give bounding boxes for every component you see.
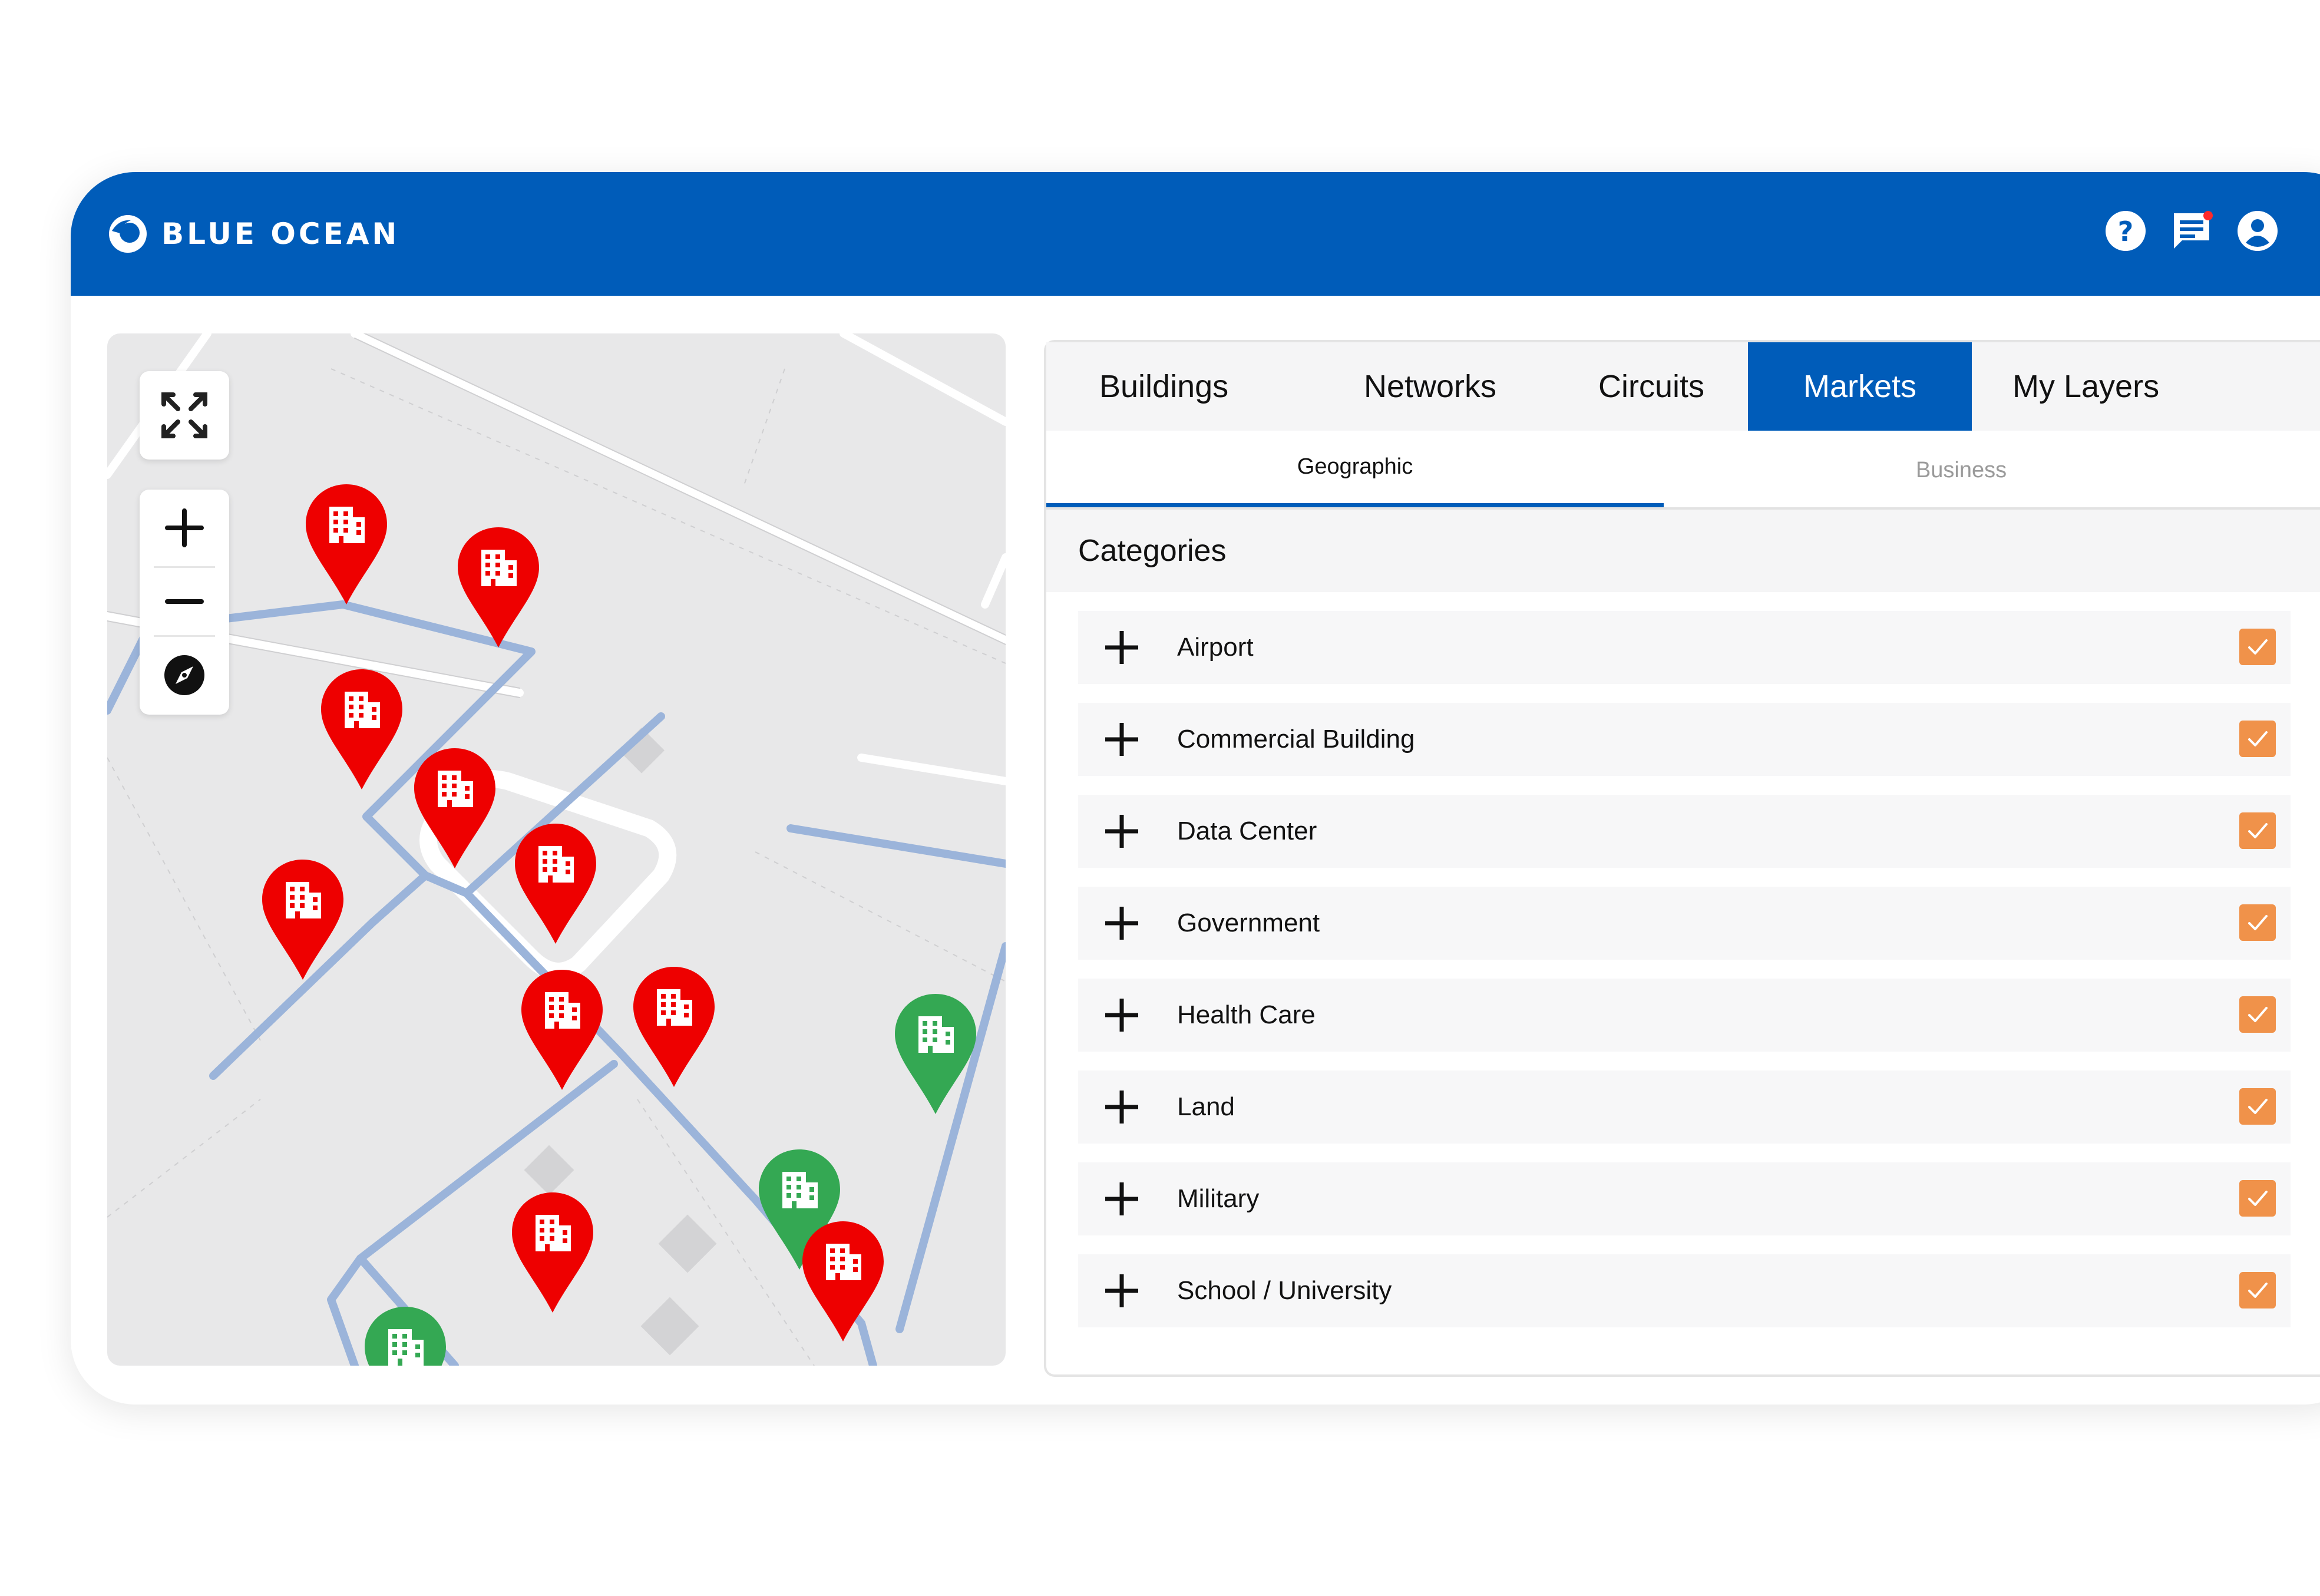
brand-name: BLUE OCEAN [161, 217, 400, 251]
category-label: Commercial Building [1177, 725, 1415, 754]
category-label: Health Care [1177, 1000, 1316, 1029]
map-pin-available[interactable] [891, 992, 980, 1116]
tab-networks[interactable]: Networks [1364, 342, 1558, 431]
checkmark-icon [2248, 639, 2268, 655]
map-pin-commercial[interactable] [630, 964, 718, 1089]
category-label: Government [1177, 908, 1320, 937]
expand-icon[interactable] [1104, 906, 1139, 941]
compass-icon[interactable] [140, 637, 229, 713]
expand-icon[interactable] [1104, 1273, 1139, 1308]
messages-icon[interactable] [2169, 209, 2214, 253]
map-pin-commercial[interactable] [518, 967, 606, 1092]
expand-icon[interactable] [1104, 997, 1139, 1033]
category-checkbox[interactable] [2239, 629, 2276, 665]
fullscreen-control [140, 371, 229, 460]
category-checkbox[interactable] [2239, 904, 2276, 941]
account-icon[interactable] [2235, 209, 2280, 253]
category-row-airport[interactable]: Airport [1078, 611, 2291, 684]
map-pin-commercial[interactable] [799, 1219, 887, 1344]
tab-markets[interactable]: Markets [1748, 342, 1972, 431]
category-checkbox[interactable] [2239, 1180, 2276, 1217]
map-pin-commercial[interactable] [302, 482, 391, 607]
checkmark-icon [2248, 1007, 2268, 1022]
category-label: Military [1177, 1184, 1260, 1213]
tab-label: Networks [1364, 369, 1497, 404]
svg-text:?: ? [2118, 216, 2134, 247]
tab-my-layers[interactable]: My Layers [2012, 342, 2225, 431]
map-pin-commercial[interactable] [259, 857, 347, 982]
checkmark-icon [2248, 1099, 2268, 1114]
category-row-school-university[interactable]: School / University [1078, 1254, 2291, 1327]
checkmark-icon [2248, 823, 2268, 838]
app-window: BLUE OCEAN ? Buildings Networks Circuits… [71, 172, 2320, 1405]
category-label: Data Center [1177, 817, 1317, 845]
help-icon[interactable]: ? [2103, 209, 2148, 253]
zoom-controls [140, 490, 229, 715]
map-pin-commercial[interactable] [411, 746, 499, 871]
tab-label: Circuits [1598, 369, 1705, 404]
category-checkbox[interactable] [2239, 996, 2276, 1033]
category-row-land[interactable]: Land [1078, 1070, 2291, 1144]
categories-title: Categories [1078, 534, 1227, 568]
subtab-bar: Geographic Business [1046, 431, 2320, 510]
tab-label: Markets [1803, 369, 1917, 404]
categories-header: Categories [1046, 510, 2320, 592]
subtab-label: Business [1915, 458, 2007, 483]
map-view[interactable] [107, 333, 1006, 1366]
tab-buildings[interactable]: Buildings [1099, 342, 1294, 431]
checkmark-icon [2248, 915, 2268, 930]
map-pin-commercial[interactable] [508, 1190, 597, 1315]
category-row-government[interactable]: Government [1078, 887, 2291, 960]
expand-icon[interactable] [1104, 814, 1139, 849]
subtab-business[interactable]: Business [1664, 431, 2259, 510]
tab-bar: Buildings Networks Circuits Markets My L… [1046, 342, 2320, 431]
category-checkbox[interactable] [2239, 1088, 2276, 1125]
notification-dot [2203, 211, 2213, 220]
subtab-label: Geographic [1297, 454, 1413, 479]
map-pin-commercial[interactable] [318, 667, 406, 792]
header-actions: ? [2103, 209, 2280, 253]
checkmark-icon [2248, 731, 2268, 746]
category-row-health-care[interactable]: Health Care [1078, 979, 2291, 1052]
map-pin-commercial[interactable] [511, 821, 600, 946]
category-row-military[interactable]: Military [1078, 1162, 2291, 1235]
category-label: School / University [1177, 1276, 1392, 1305]
category-row-data-center[interactable]: Data Center [1078, 795, 2291, 868]
top-bar: BLUE OCEAN ? [71, 172, 2320, 296]
fullscreen-icon[interactable] [140, 371, 229, 460]
subtab-geographic[interactable]: Geographic [1046, 431, 1664, 510]
category-label: Land [1177, 1092, 1235, 1121]
expand-icon[interactable] [1104, 1181, 1139, 1217]
layers-panel: Buildings Networks Circuits Markets My L… [1044, 340, 2320, 1377]
blue-ocean-logo-icon [109, 215, 147, 253]
category-checkbox[interactable] [2239, 812, 2276, 849]
map-pin-available[interactable] [361, 1304, 450, 1366]
expand-icon[interactable] [1104, 630, 1139, 665]
expand-icon[interactable] [1104, 1089, 1139, 1125]
category-checkbox[interactable] [2239, 1272, 2276, 1308]
checkmark-icon [2248, 1283, 2268, 1298]
category-list: Airport Commercial Building Data Center … [1078, 611, 2291, 1346]
map-pin-commercial[interactable] [454, 525, 543, 650]
tab-label: Buildings [1099, 369, 1229, 404]
zoom-in-icon[interactable] [140, 490, 229, 566]
brand-logo[interactable]: BLUE OCEAN [107, 213, 399, 255]
category-checkbox[interactable] [2239, 721, 2276, 757]
expand-icon[interactable] [1104, 722, 1139, 757]
category-label: Airport [1177, 633, 1254, 662]
category-row-commercial-building[interactable]: Commercial Building [1078, 703, 2291, 776]
tab-label: My Layers [2012, 369, 2160, 404]
zoom-out-icon[interactable] [140, 568, 229, 635]
checkmark-icon [2248, 1191, 2268, 1206]
